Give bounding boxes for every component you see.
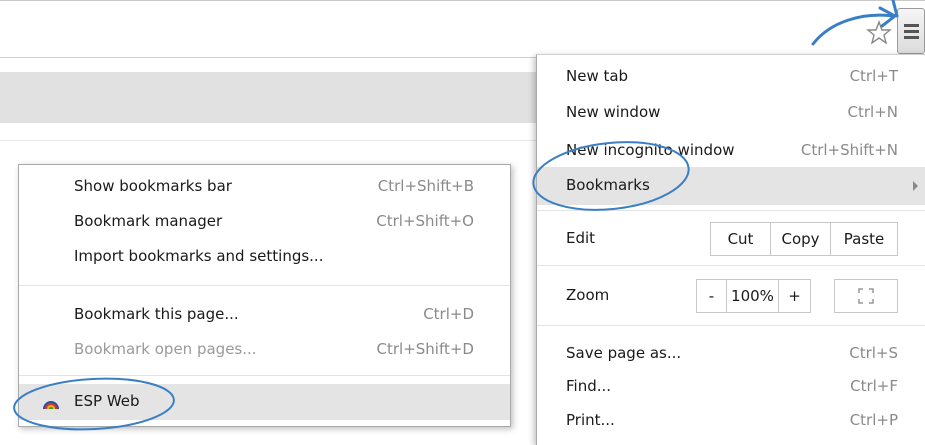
chrome-menu-button[interactable] — [897, 8, 925, 54]
menu-item-label: Edit — [566, 229, 596, 247]
menu-item-new-tab[interactable]: New tab Ctrl+T — [537, 58, 925, 96]
submenu-item-bookmark-this-page[interactable]: Bookmark this page... Ctrl+D — [19, 297, 510, 333]
esp-web-favicon — [43, 401, 59, 409]
menu-item-shortcut: Ctrl+N — [847, 103, 898, 121]
submenu-item-show-bookmarks-bar[interactable]: Show bookmarks bar Ctrl+Shift+B — [19, 169, 510, 205]
chrome-main-menu: New tab Ctrl+T New window Ctrl+N New inc… — [536, 54, 925, 445]
submenu-separator — [19, 285, 510, 286]
menu-icon — [904, 24, 919, 27]
submenu-item-esp-web[interactable]: ESP Web — [19, 384, 510, 420]
paste-button[interactable]: Paste — [831, 223, 897, 255]
submenu-item-label: ESP Web — [74, 392, 140, 410]
zoom-out-button[interactable]: - — [697, 280, 727, 312]
browser-toolbar — [0, 0, 925, 58]
menu-item-find[interactable]: Find... Ctrl+F — [537, 368, 925, 406]
submenu-item-shortcut: Ctrl+Shift+O — [376, 212, 474, 230]
menu-separator — [537, 210, 925, 211]
menu-item-bookmarks[interactable]: Bookmarks — [537, 167, 925, 205]
menu-item-new-incognito-window[interactable]: New incognito window Ctrl+Shift+N — [537, 132, 925, 170]
submenu-item-label: Bookmark this page... — [74, 305, 239, 323]
menu-separator — [537, 265, 925, 266]
zoom-control-group: - 100% + — [696, 279, 811, 313]
submenu-item-label: Show bookmarks bar — [74, 177, 232, 195]
menu-item-label: New incognito window — [566, 141, 735, 159]
menu-item-label: Bookmarks — [566, 176, 650, 194]
menu-item-print[interactable]: Print... Ctrl+P — [537, 402, 925, 440]
menu-item-new-window[interactable]: New window Ctrl+N — [537, 94, 925, 132]
menu-item-shortcut: Ctrl+S — [849, 344, 898, 362]
toolbar-divider — [0, 57, 536, 58]
menu-item-label: Find... — [566, 377, 612, 395]
submenu-item-bookmark-open-pages: Bookmark open pages... Ctrl+Shift+D — [19, 332, 510, 368]
submenu-item-label: Bookmark manager — [74, 212, 223, 230]
submenu-item-bookmark-manager[interactable]: Bookmark manager Ctrl+Shift+O — [19, 204, 510, 240]
menu-item-label: Print... — [566, 411, 615, 429]
fullscreen-button[interactable] — [834, 279, 898, 313]
bookmarks-submenu: Show bookmarks bar Ctrl+Shift+B Bookmark… — [18, 164, 511, 427]
menu-item-label: New tab — [566, 67, 629, 85]
zoom-in-button[interactable]: + — [779, 280, 810, 312]
submenu-item-label: Bookmark open pages... — [74, 340, 257, 358]
menu-item-label: Save page as... — [566, 344, 682, 362]
menu-item-label: New window — [566, 103, 661, 121]
edit-button-group: Cut Copy Paste — [710, 222, 898, 256]
submenu-separator — [19, 375, 510, 376]
star-icon[interactable] — [866, 20, 892, 46]
menu-separator — [537, 325, 925, 326]
submenu-item-shortcut: Ctrl+Shift+B — [377, 177, 474, 195]
submenu-item-shortcut: Ctrl+D — [423, 305, 474, 323]
menu-item-shortcut: Ctrl+Shift+N — [800, 141, 898, 159]
submenu-item-import-bookmarks[interactable]: Import bookmarks and settings... — [19, 239, 510, 275]
zoom-level: 100% — [727, 280, 779, 312]
menu-item-shortcut: Ctrl+T — [849, 67, 898, 85]
page-content-band — [0, 72, 536, 123]
menu-item-shortcut: Ctrl+P — [849, 411, 898, 429]
menu-item-label: Zoom — [566, 286, 610, 304]
submenu-item-shortcut: Ctrl+Shift+D — [376, 340, 474, 358]
submenu-item-label: Import bookmarks and settings... — [74, 247, 324, 265]
menu-item-shortcut: Ctrl+F — [850, 377, 898, 395]
submenu-arrow-icon — [913, 181, 918, 191]
fullscreen-icon — [858, 288, 874, 304]
cut-button[interactable]: Cut — [711, 223, 771, 255]
copy-button[interactable]: Copy — [771, 223, 831, 255]
page-content-divider — [0, 140, 536, 141]
